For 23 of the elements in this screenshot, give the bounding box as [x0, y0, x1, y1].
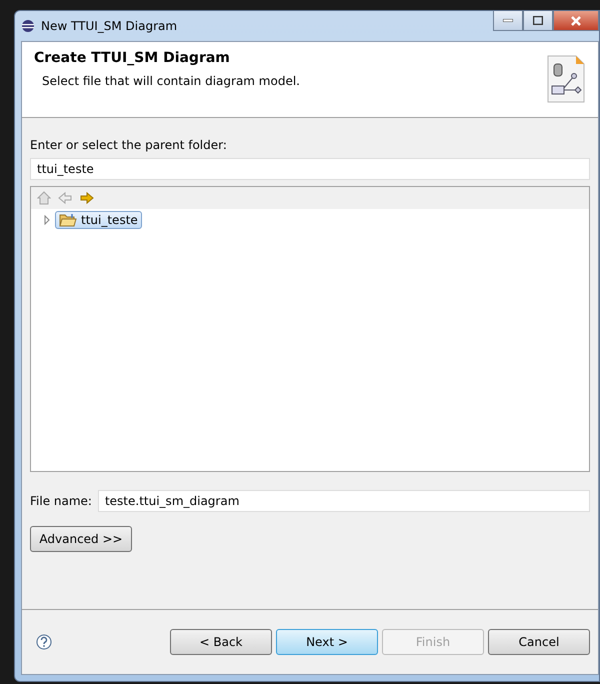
window-title: New TTUI_SM Diagram — [41, 19, 178, 33]
file-name-field[interactable]: teste.ttui_sm_diagram — [98, 490, 590, 512]
parent-folder-field[interactable]: ttui_teste — [30, 158, 590, 180]
minimize-button[interactable] — [493, 11, 523, 31]
forward-arrow-icon[interactable] — [79, 191, 95, 205]
minimize-icon — [503, 19, 513, 22]
close-icon — [570, 16, 582, 26]
advanced-button[interactable]: Advanced >> — [30, 526, 132, 552]
dialog-button[interactable]: Next > — [276, 629, 378, 655]
app-logo-icon — [21, 19, 35, 33]
folder-icon — [59, 213, 77, 227]
dialog-button[interactable]: < Back — [170, 629, 272, 655]
file-name-label: File name: — [30, 494, 92, 508]
page-description: Select file that will contain diagram model. — [42, 74, 300, 88]
dialog-button[interactable]: Cancel — [488, 629, 590, 655]
help-icon[interactable] — [36, 634, 52, 650]
maximize-icon — [533, 16, 543, 25]
close-button[interactable] — [553, 11, 599, 31]
parent-folder-label: Enter or select the parent folder: — [30, 138, 228, 152]
maximize-button[interactable] — [523, 11, 553, 31]
page-title: Create TTUI_SM Diagram — [34, 50, 231, 66]
expand-arrow-icon[interactable] — [43, 215, 51, 225]
tree-item[interactable]: ttui_teste — [55, 211, 142, 229]
